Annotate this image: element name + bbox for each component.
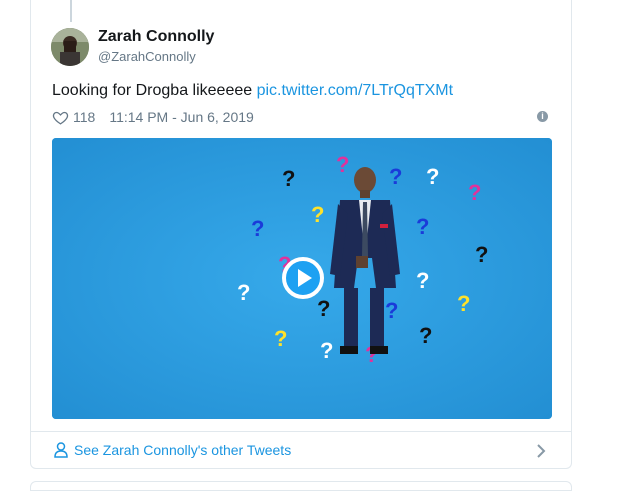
play-icon[interactable]	[281, 256, 325, 300]
svg-text:?: ?	[389, 164, 402, 189]
svg-text:?: ?	[237, 280, 250, 305]
svg-text:?: ?	[251, 216, 264, 241]
author-name[interactable]: Zarah Connolly	[98, 28, 214, 46]
see-other-tweets-link[interactable]: See Zarah Connolly's other Tweets	[31, 431, 571, 469]
timestamp[interactable]: 11:14 PM - Jun 6, 2019	[109, 109, 254, 125]
tweet-meta: 118 11:14 PM - Jun 6, 2019	[52, 108, 254, 126]
svg-text:?: ?	[416, 268, 429, 293]
svg-text:?: ?	[336, 152, 349, 177]
author-handle[interactable]: @ZarahConnolly	[98, 49, 196, 64]
svg-text:?: ?	[416, 214, 429, 239]
svg-text:?: ?	[274, 326, 287, 351]
heart-icon[interactable]	[52, 109, 69, 126]
avatar[interactable]	[51, 28, 89, 66]
svg-text:?: ?	[320, 338, 333, 363]
like-count[interactable]: 118	[73, 109, 95, 125]
svg-text:?: ?	[426, 164, 439, 189]
svg-text:?: ?	[468, 180, 481, 205]
info-icon[interactable]: i	[537, 111, 548, 122]
next-tweet-card	[30, 481, 572, 491]
svg-text:?: ?	[419, 323, 432, 348]
tweet-text: Looking for Drogba likeeeee pic.twitter.…	[52, 82, 453, 100]
tweet-body: Looking for Drogba likeeeee	[52, 82, 257, 99]
svg-text:?: ?	[475, 242, 488, 267]
svg-text:?: ?	[457, 291, 470, 316]
person-icon	[54, 442, 68, 458]
svg-text:?: ?	[311, 202, 324, 227]
thread-line	[70, 0, 72, 22]
footer-label: See Zarah Connolly's other Tweets	[74, 442, 292, 458]
svg-text:?: ?	[282, 166, 295, 191]
tweet-link[interactable]: pic.twitter.com/7LTrQqTXMt	[257, 82, 453, 99]
chevron-right-icon	[537, 444, 546, 458]
svg-text:?: ?	[385, 298, 398, 323]
